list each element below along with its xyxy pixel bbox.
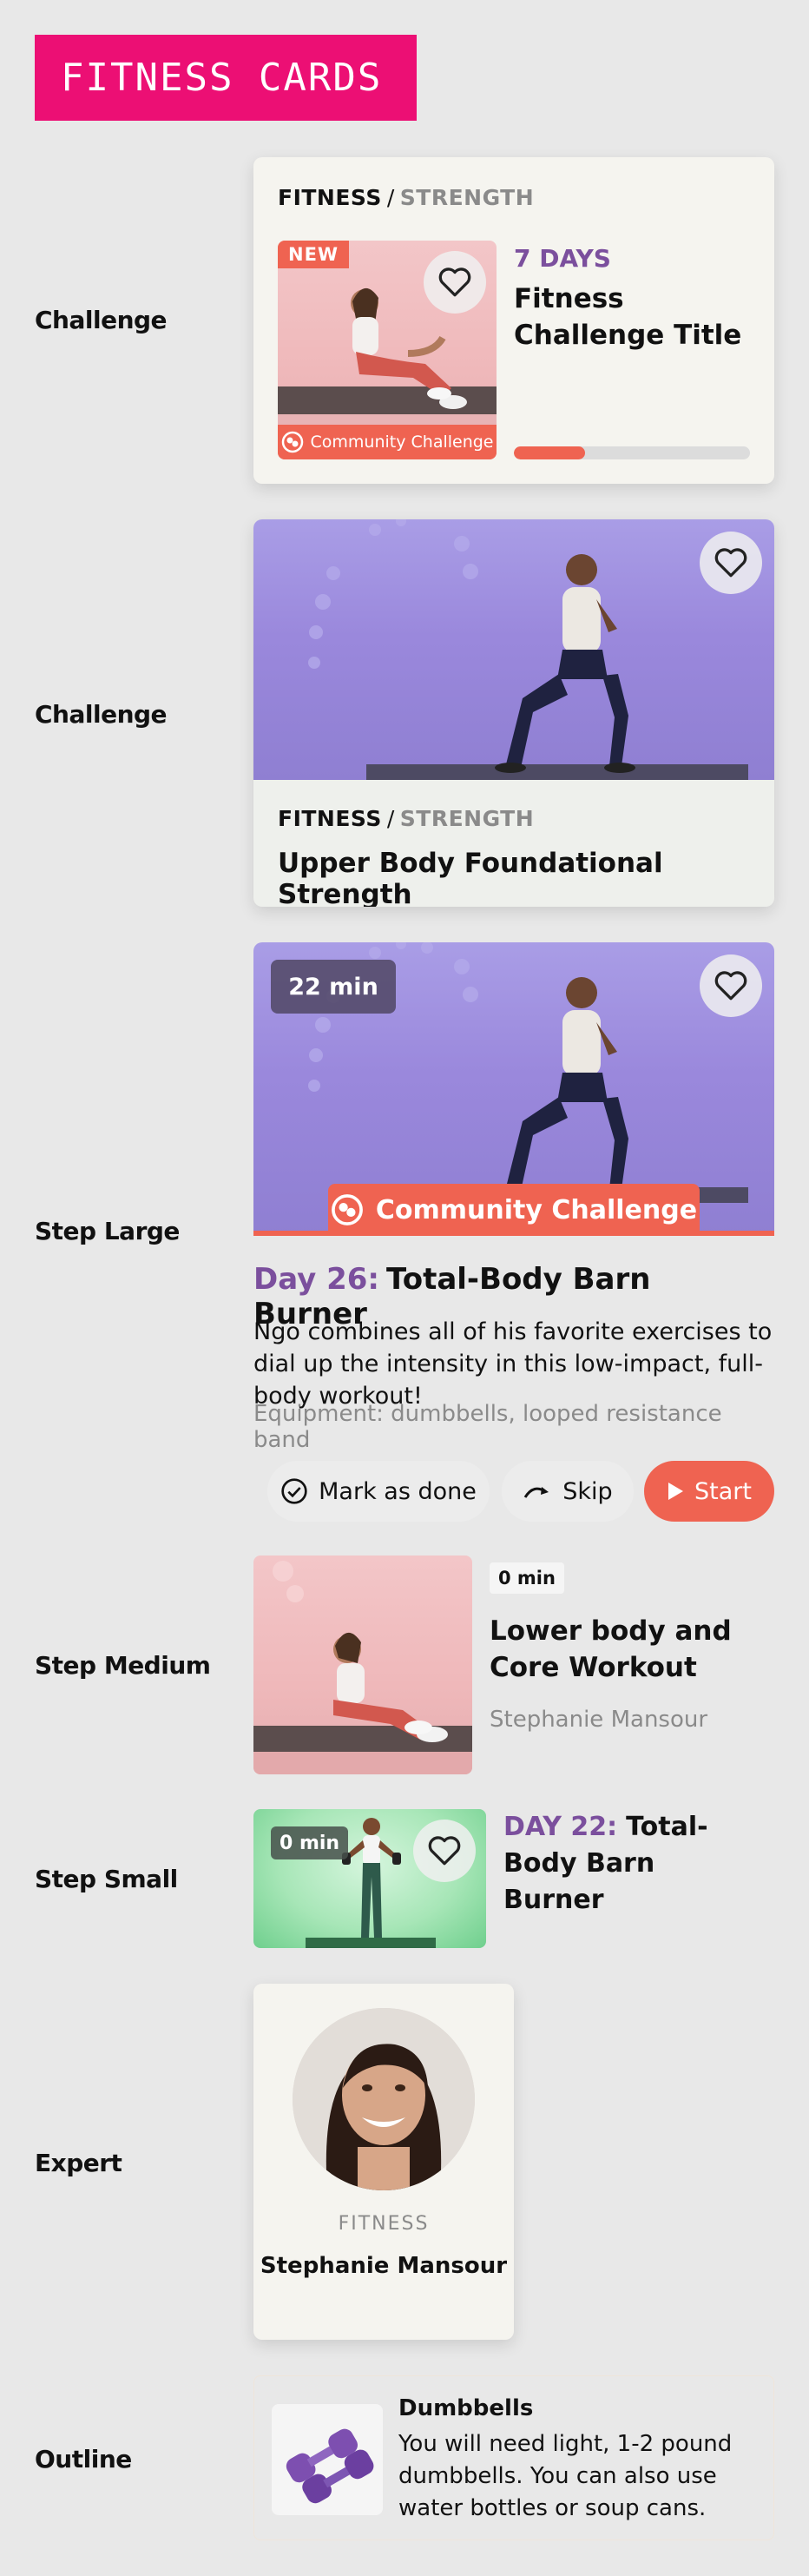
step-description: Ngo combines all of his favorite exercis… [253,1318,773,1410]
row-label-step-medium: Step Medium [35,1651,211,1680]
breadcrumb-subcategory: STRENGTH [399,806,535,831]
expert-card[interactable]: FITNESS Stephanie Mansour [253,1984,514,2340]
avatar [293,2008,475,2190]
heart-icon [428,1836,461,1866]
step-hero-image: 22 min Community Challenge [253,942,774,1236]
challenge-days: 7 DAYS [514,244,611,273]
favorite-button[interactable] [413,1820,476,1882]
progress-bar [514,446,750,459]
outline-description: You will need light, 1-2 pound dumbbells… [398,2431,733,2521]
step-heading: DAY 22: Total-Body Barn Burner [503,1809,764,1919]
challenge-hero-image [253,519,774,780]
step-medium-card[interactable]: 0 min Lower body and Core Workout Stepha… [253,1556,774,1774]
dumbbell-icon [286,2428,374,2504]
start-label: Start [694,1477,752,1505]
duration-badge: 0 min [490,1562,564,1594]
new-badge: NEW [278,241,350,268]
check-circle-icon [281,1478,307,1504]
breadcrumb-subcategory: STRENGTH [399,185,535,210]
breadcrumb: FITNESS / STRENGTH [278,806,535,831]
favorite-button[interactable] [700,532,762,594]
equipment-thumbnail [272,2404,383,2515]
expert-name: Stephanie Mansour [260,2253,508,2279]
step-small-card[interactable]: 0 min DAY 22: Total-Body Barn Burner [253,1809,774,1948]
community-ribbon-label: Community Challenge [310,433,494,452]
breadcrumb: FITNESS / STRENGTH [278,185,535,210]
favorite-button[interactable] [700,954,762,1017]
step-day: Day 26: [253,1262,380,1297]
breadcrumb-category: FITNESS [278,806,382,831]
challenge-card[interactable]: FITNESS / STRENGTH NEW Community Challenge… [253,157,774,484]
row-label-expert: Expert [35,2149,122,2177]
expert-category: FITNESS [338,2213,430,2235]
duration-badge: 22 min [271,960,396,1014]
step-title: Lower body and Core Workout [490,1615,732,1683]
breadcrumb-category: FITNESS [278,185,382,210]
row-label-outline: Outline [35,2445,132,2474]
progress-fill [514,446,585,459]
step-author: Stephanie Mansour [490,1707,708,1733]
challenge-title: Upper Body Foundational Strength [278,848,663,907]
step-large-card[interactable]: 22 min Community Challenge Day 26: Total-… [253,942,774,1524]
play-icon [668,1483,684,1500]
heart-icon [438,268,471,297]
page-title: FITNESS CARDS [35,35,417,121]
step-equipment: Equipment: dumbbells, looped resistance … [253,1401,722,1453]
challenge-card-large[interactable]: FITNESS / STRENGTH Upper Body Foundational… [253,519,774,907]
start-button[interactable]: Start [644,1461,774,1522]
outline-title: Dumbbells [398,2395,534,2421]
community-ribbon-label: Community Challenge [375,1194,698,1225]
challenge-thumbnail: NEW Community Challenge [278,241,497,459]
woman-seated-figure [253,1561,472,1774]
step-small-thumbnail: 0 min [253,1809,486,1948]
skip-arrow-icon [524,1487,549,1498]
step-day: DAY 22: [503,1812,618,1842]
community-ribbon: Community Challenge [278,425,497,459]
row-label-step-small: Step Small [35,1865,178,1893]
row-label-step-large: Step Large [35,1217,180,1245]
mark-as-done-button[interactable]: Mark as done [267,1461,490,1522]
challenge-title: Fitness Challenge Title [514,283,742,351]
community-icon [331,1194,363,1225]
heart-icon [714,971,747,1001]
mark-as-done-label: Mark as done [319,1477,477,1505]
duration-badge: 0 min [271,1826,349,1859]
favorite-button[interactable] [424,251,486,314]
skip-button[interactable]: Skip [502,1461,634,1522]
outline-card[interactable]: Dumbbells You will need light, 1-2 pound… [253,2375,774,2540]
community-ribbon: Community Challenge [328,1184,700,1236]
step-medium-thumbnail [253,1556,472,1774]
skip-label: Skip [562,1477,613,1505]
row-label-challenge: Challenge [35,700,168,729]
heart-icon [714,548,747,578]
community-icon [281,431,303,453]
man-lunge-figure [308,519,748,780]
expert-portrait [293,2008,475,2190]
row-label-challenge: Challenge [35,306,168,334]
